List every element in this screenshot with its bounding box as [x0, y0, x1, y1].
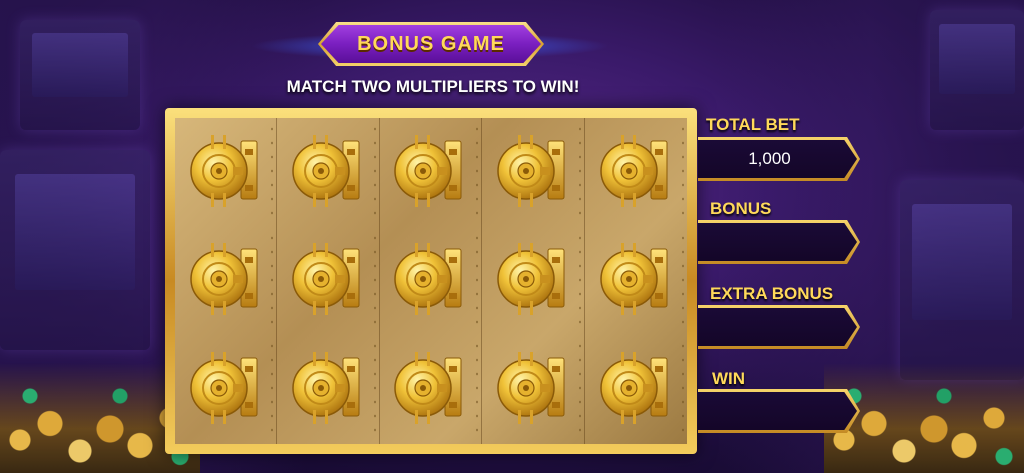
total-bet-label: TOTAL BET — [706, 115, 800, 134]
vault-door-icon — [389, 239, 471, 322]
bonus-value — [698, 223, 857, 261]
vault-door-icon — [595, 131, 677, 214]
extra-bonus-label: EXTRA BONUS — [710, 284, 834, 303]
vault-tile[interactable] — [482, 226, 585, 336]
win-field — [698, 389, 860, 433]
vault-tile[interactable] — [380, 335, 483, 444]
win-value — [698, 392, 857, 430]
vault-door-icon — [389, 348, 471, 431]
vault-tile[interactable] — [277, 226, 380, 336]
win-label: WIN — [712, 369, 746, 388]
vault-tile[interactable] — [175, 335, 278, 444]
total-bet-field: 1,000 — [698, 137, 860, 181]
vault-door-icon — [287, 131, 369, 214]
vault-tile[interactable] — [175, 226, 278, 336]
vault-door-icon — [287, 348, 369, 431]
vault-door-icon — [185, 131, 267, 214]
vault-tile[interactable] — [277, 118, 380, 227]
vault-door-icon — [185, 348, 267, 431]
vault-tile[interactable] — [277, 335, 380, 444]
bonus-board — [165, 108, 697, 454]
vault-tile[interactable] — [585, 227, 687, 336]
vault-tile[interactable] — [380, 118, 483, 227]
instruction-text: MATCH TWO MULTIPLIERS TO WIN! — [286, 77, 580, 96]
vault-tile[interactable] — [585, 335, 687, 444]
vault-grid — [175, 118, 687, 444]
vault-tile[interactable] — [482, 118, 585, 227]
background-slot-machine — [900, 180, 1024, 380]
background-slot-machine — [930, 10, 1024, 130]
vault-tile[interactable] — [380, 226, 483, 336]
vault-door-icon — [185, 239, 267, 322]
total-bet-value: 1,000 — [698, 140, 857, 178]
bonus-field — [698, 220, 860, 264]
background-slot-machine — [0, 150, 150, 350]
title-badge: BONUS GAME — [318, 22, 544, 66]
vault-door-icon — [389, 131, 471, 214]
vault-door-icon — [287, 239, 369, 322]
bonus-label: BONUS — [710, 199, 772, 218]
vault-door-icon — [595, 348, 677, 431]
vault-door-icon — [595, 239, 677, 322]
vault-tile[interactable] — [585, 118, 687, 227]
vault-tile[interactable] — [175, 118, 278, 227]
vault-door-icon — [492, 131, 574, 214]
extra-bonus-value — [698, 308, 857, 346]
extra-bonus-field — [698, 305, 860, 349]
background-slot-machine — [20, 20, 140, 130]
vault-door-icon — [492, 239, 574, 322]
vault-tile[interactable] — [482, 335, 585, 444]
page-title: BONUS GAME — [321, 25, 541, 63]
vault-door-icon — [492, 348, 574, 431]
